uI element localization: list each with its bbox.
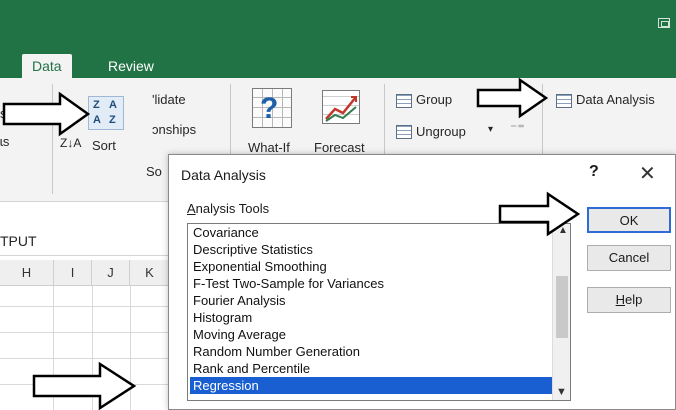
list-item[interactable]: Random Number Generation bbox=[190, 343, 552, 360]
forecast-label[interactable]: Forecast bbox=[314, 140, 365, 155]
worksheet-grid[interactable] bbox=[0, 286, 170, 410]
list-item-selected[interactable]: Regression bbox=[190, 377, 552, 394]
scroll-up-icon[interactable]: ▲ bbox=[558, 225, 568, 236]
list-item[interactable]: Covariance bbox=[190, 224, 552, 241]
help-accesskey: H bbox=[615, 292, 626, 307]
data-analysis-icon bbox=[556, 94, 572, 108]
column-header-k[interactable]: K bbox=[130, 260, 170, 286]
column-headers: H I J K bbox=[0, 260, 170, 286]
group-icon bbox=[396, 94, 412, 108]
column-header-j[interactable]: J bbox=[92, 260, 130, 286]
data-validation-label[interactable]: 'lidate bbox=[152, 92, 186, 107]
sort-filter-group-label: So bbox=[146, 164, 162, 179]
relationships-label[interactable]: ɔnships bbox=[152, 122, 196, 137]
data-analysis-button-label[interactable]: Data Analysis bbox=[576, 92, 655, 107]
ribbon-tab-strip: Data Review bbox=[0, 48, 676, 78]
question-mark-icon: ? bbox=[260, 92, 279, 125]
listbox-scrollbar[interactable]: ▲ ▼ bbox=[552, 224, 570, 400]
sort-az-small-icon[interactable]: Z↓A bbox=[60, 136, 81, 150]
forecast-sheet-icon[interactable] bbox=[322, 90, 360, 124]
list-item[interactable]: Histogram bbox=[190, 309, 552, 326]
group-button-label[interactable]: Group bbox=[416, 92, 452, 107]
column-header-h[interactable]: H bbox=[0, 260, 54, 286]
list-item[interactable]: Rank and Percentile bbox=[190, 360, 552, 377]
chevron-down-icon[interactable]: ▾ bbox=[488, 124, 493, 135]
help-button[interactable]: Help bbox=[587, 287, 671, 313]
list-item[interactable]: Moving Average bbox=[190, 326, 552, 343]
cut-ribbon-label: ɩs bbox=[0, 134, 10, 149]
list-item[interactable]: Fourier Analysis bbox=[190, 292, 552, 309]
list-item[interactable]: Exponential Smoothing bbox=[190, 258, 552, 275]
hide-detail-icon[interactable]: ⁻⁼ bbox=[510, 120, 525, 137]
scroll-down-icon[interactable]: ▼ bbox=[556, 386, 567, 398]
close-icon[interactable]: ✕ bbox=[639, 161, 656, 186]
tab-data[interactable]: Data bbox=[22, 54, 72, 78]
analysis-tools-label: Analysis Tools bbox=[187, 201, 269, 216]
name-box-text: TPUT bbox=[0, 233, 37, 249]
sort-za-icon[interactable]: ZA AZ bbox=[88, 96, 124, 130]
list-item[interactable]: F-Test Two-Sample for Variances bbox=[190, 275, 552, 292]
scrollbar-thumb[interactable] bbox=[556, 276, 568, 338]
cancel-button[interactable]: Cancel bbox=[587, 245, 671, 271]
list-item[interactable]: Descriptive Statistics bbox=[190, 241, 552, 258]
dialog-title: Data Analysis bbox=[181, 167, 266, 183]
ungroup-icon bbox=[396, 125, 412, 139]
tab-review[interactable]: Review bbox=[98, 54, 164, 78]
restore-window-icon[interactable] bbox=[658, 18, 670, 28]
title-bar bbox=[0, 0, 676, 48]
what-if-label[interactable]: What-If bbox=[248, 140, 290, 155]
ungroup-button-label[interactable]: Ungroup bbox=[416, 124, 466, 139]
column-header-i[interactable]: I bbox=[54, 260, 92, 286]
cut-ribbon-label: s bbox=[0, 106, 7, 121]
analysis-tools-listbox[interactable]: Covariance Descriptive Statistics Expone… bbox=[187, 223, 571, 401]
name-box[interactable]: TPUT bbox=[0, 228, 180, 256]
sort-button-label[interactable]: Sort bbox=[92, 138, 116, 153]
help-button-label-text: elp bbox=[625, 292, 643, 307]
data-analysis-dialog: Data Analysis ? ✕ Analysis Tools Covaria… bbox=[168, 154, 676, 410]
ribbon-divider bbox=[52, 84, 53, 194]
analysis-tools-accesskey: A bbox=[187, 201, 196, 216]
analysis-tools-label-text: nalysis Tools bbox=[195, 201, 270, 216]
help-icon[interactable]: ? bbox=[589, 163, 599, 181]
ok-button[interactable]: OK bbox=[587, 207, 671, 233]
